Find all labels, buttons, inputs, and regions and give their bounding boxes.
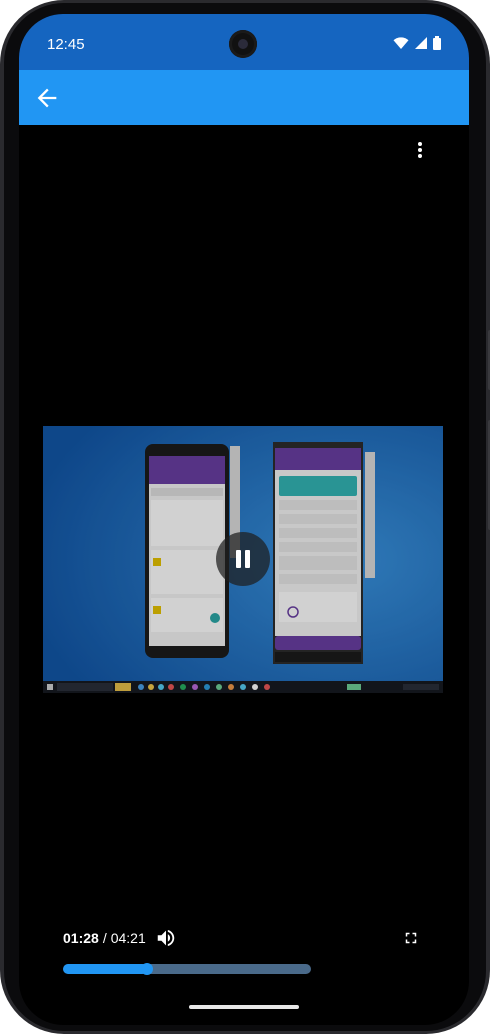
pause-button[interactable] <box>216 532 270 586</box>
status-time: 12:45 <box>47 36 85 53</box>
more-vertical-icon-dot <box>418 154 422 158</box>
signal-icon <box>415 37 427 49</box>
current-time: 01:28 <box>63 930 99 946</box>
seek-bar-progress <box>63 964 147 974</box>
more-vertical-icon <box>418 142 422 146</box>
home-indicator[interactable] <box>189 1005 299 1009</box>
seek-bar-thumb[interactable] <box>140 963 153 975</box>
duration-time: 04:21 <box>110 930 146 946</box>
arrow-left-icon <box>37 88 57 108</box>
wifi-icon <box>393 36 409 49</box>
volume-button[interactable] <box>155 927 177 949</box>
fullscreen-button[interactable] <box>402 929 420 947</box>
volume-icon <box>157 929 175 947</box>
time-separator: / <box>102 930 107 946</box>
back-button[interactable] <box>33 84 61 112</box>
app-bar <box>19 70 469 125</box>
more-options-button[interactable] <box>411 140 429 162</box>
status-icons <box>393 36 441 50</box>
seek-bar[interactable] <box>63 964 311 974</box>
status-bar: 12:45 <box>19 14 469 70</box>
fullscreen-icon <box>405 932 417 944</box>
battery-icon <box>433 36 441 50</box>
screen: 12:45 01:28 / 04:21 <box>19 14 469 1025</box>
front-camera <box>229 30 257 58</box>
more-vertical-icon-dot <box>418 148 422 152</box>
time-display: 01:28 / 04:21 <box>63 930 146 946</box>
